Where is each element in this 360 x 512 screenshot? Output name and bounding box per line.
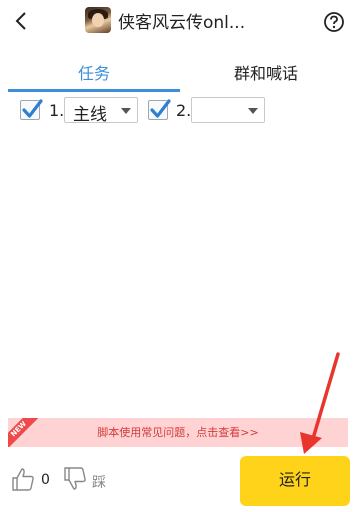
- active-tab-indicator: [8, 89, 180, 92]
- game-avatar: [85, 7, 111, 33]
- task-1-select-value: 主线: [73, 105, 107, 125]
- like-button[interactable]: [10, 466, 36, 492]
- checkmark-icon: [22, 99, 43, 118]
- dislike-label: 踩: [92, 475, 106, 491]
- tab-task[interactable]: 任务: [8, 58, 180, 92]
- run-button[interactable]: 运行: [240, 456, 350, 506]
- tab-bar: 任务 群和喊话: [0, 58, 360, 92]
- top-bar: 侠客风云传onl...: [0, 0, 360, 44]
- tab-group-shout-label: 群和喊话: [233, 64, 298, 83]
- thumbs-up-icon: [12, 468, 34, 491]
- faq-notice-banner[interactable]: NEW 脚本使用常见问题，点击查看>>: [8, 418, 348, 447]
- tab-group-shout[interactable]: 群和喊话: [180, 58, 352, 92]
- thumbs-down-icon: [64, 467, 86, 490]
- dislike-button[interactable]: [62, 466, 88, 492]
- back-button[interactable]: [6, 6, 36, 36]
- faq-notice-text: 脚本使用常见问题，点击查看>>: [97, 426, 259, 439]
- tab-task-label: 任务: [77, 64, 110, 83]
- help-button[interactable]: [323, 11, 345, 33]
- dropdown-arrow-icon: [248, 108, 258, 114]
- task-2-select[interactable]: [191, 97, 265, 123]
- task-1-number: 1.: [49, 101, 65, 120]
- checkmark-icon: [150, 99, 171, 118]
- task-2-number: 2.: [176, 101, 192, 120]
- question-circle-icon: [324, 12, 344, 32]
- dropdown-arrow-icon: [121, 108, 131, 114]
- task-selection-row: 1. 主线 2.: [0, 97, 360, 125]
- task-2-checkbox[interactable]: [148, 99, 171, 120]
- task-1-select[interactable]: 主线: [64, 97, 138, 125]
- task-1-checkbox[interactable]: [20, 99, 43, 120]
- like-count: 0: [41, 472, 50, 488]
- page-title: 侠客风云传onl...: [118, 13, 246, 33]
- chevron-left-icon: [15, 12, 26, 30]
